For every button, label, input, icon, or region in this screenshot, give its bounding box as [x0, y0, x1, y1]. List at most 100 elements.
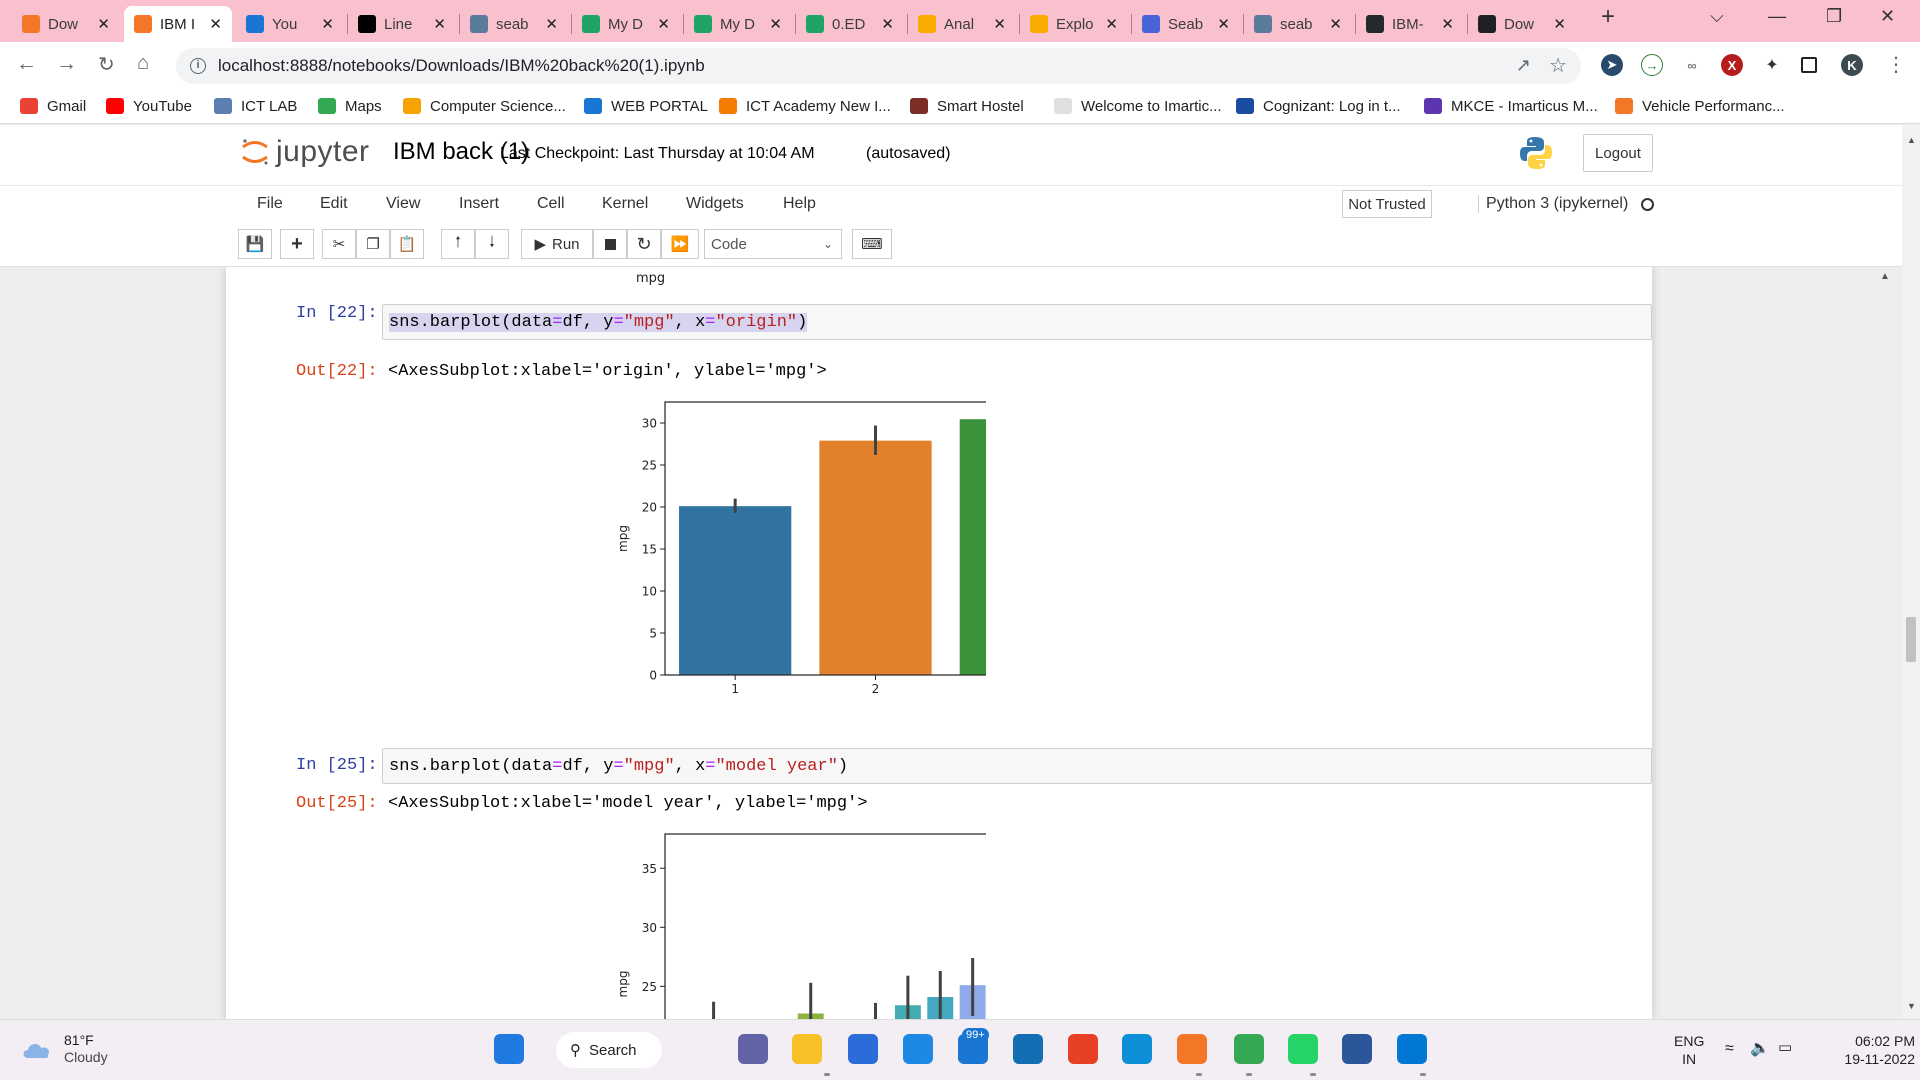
store-icon[interactable]: [848, 1034, 878, 1064]
prime-video-icon[interactable]: [1013, 1034, 1043, 1064]
reload-icon[interactable]: ↻: [98, 52, 115, 77]
insert-cell-button[interactable]: +: [280, 229, 314, 259]
whatsapp-icon[interactable]: [1288, 1034, 1318, 1064]
bookmark-item[interactable]: Maps: [318, 94, 382, 118]
run-button[interactable]: ▶ Run: [521, 229, 593, 259]
bookmark-item[interactable]: Smart Hostel: [910, 94, 1024, 118]
bookmark-item[interactable]: Welcome to Imartic...: [1054, 94, 1222, 118]
address-bar[interactable]: i localhost:8888/notebooks/Downloads/IBM…: [176, 48, 1581, 84]
close-window-icon[interactable]: ✕: [1880, 6, 1895, 27]
restart-button[interactable]: ↻: [627, 229, 661, 259]
close-tab-icon[interactable]: ✕: [1329, 15, 1342, 33]
notebook-scroll-area[interactable]: mpg In [22]: sns.barplot(data=df, y="mpg…: [0, 267, 1902, 1019]
bookmark-item[interactable]: Cognizant: Log in t...: [1236, 94, 1401, 118]
copy-button[interactable]: ❐: [356, 229, 390, 259]
forward-icon[interactable]: →: [56, 52, 77, 76]
menu-kernel[interactable]: Kernel: [602, 195, 648, 213]
bookmark-item[interactable]: YouTube: [106, 94, 192, 118]
code-cell-editor[interactable]: sns.barplot(data=df, y="mpg", x="origin"…: [382, 304, 1652, 340]
menu-help[interactable]: Help: [783, 195, 816, 213]
browser-tab[interactable]: 0.ED ✕: [796, 6, 904, 42]
new-tab-button[interactable]: +: [1601, 3, 1615, 31]
save-button[interactable]: 💾: [238, 229, 272, 259]
close-tab-icon[interactable]: ✕: [433, 15, 446, 33]
close-tab-icon[interactable]: ✕: [769, 15, 782, 33]
bookmark-star-icon[interactable]: ☆: [1549, 53, 1567, 78]
browser-tab[interactable]: seab ✕: [1244, 6, 1352, 42]
browser-tab[interactable]: My D ✕: [572, 6, 680, 42]
word-icon[interactable]: [1342, 1034, 1372, 1064]
logout-button[interactable]: Logout: [1583, 134, 1653, 172]
close-tab-icon[interactable]: ✕: [1553, 15, 1566, 33]
close-tab-icon[interactable]: ✕: [209, 15, 222, 33]
menu-cell[interactable]: Cell: [537, 195, 565, 213]
scroll-up-icon[interactable]: ▲: [1907, 135, 1916, 145]
browser-tab[interactable]: Line ✕: [348, 6, 456, 42]
restart-run-all-button[interactable]: ⏩: [661, 229, 699, 259]
tab-search-icon[interactable]: ⌵: [1710, 6, 1724, 27]
close-tab-icon[interactable]: ✕: [1441, 15, 1454, 33]
extension-cycle-icon[interactable]: ∞: [1681, 54, 1703, 76]
start-icon[interactable]: [494, 1034, 524, 1064]
close-tab-icon[interactable]: ✕: [545, 15, 558, 33]
kernel-name[interactable]: Python 3 (ipykernel): [1478, 195, 1628, 213]
side-panel-icon[interactable]: [1801, 57, 1817, 73]
extension-cursor-icon[interactable]: ➤: [1601, 54, 1623, 76]
extension-x-icon[interactable]: X: [1721, 54, 1743, 76]
command-palette-button[interactable]: ⌨: [852, 229, 892, 259]
paste-button[interactable]: 📋: [390, 229, 424, 259]
bookmark-item[interactable]: Computer Science...: [403, 94, 566, 118]
move-up-button[interactable]: 🠑: [441, 229, 475, 259]
clock[interactable]: 06:02 PM 19-11-2022: [1820, 1032, 1915, 1068]
l-app-icon[interactable]: [903, 1034, 933, 1064]
battery-icon[interactable]: ▭: [1778, 1038, 1792, 1056]
taskbar-search[interactable]: ⚲ Search: [556, 1032, 662, 1068]
inner-scroll-up-icon[interactable]: ▲: [1880, 271, 1890, 282]
restore-icon[interactable]: ❐: [1826, 6, 1842, 27]
input-language[interactable]: ENG IN: [1674, 1032, 1704, 1068]
menu-file[interactable]: File: [257, 195, 283, 213]
browser-tab[interactable]: Seab ✕: [1132, 6, 1240, 42]
browser-tab[interactable]: Dow ✕: [12, 6, 120, 42]
browser-tab[interactable]: Explo ✕: [1020, 6, 1128, 42]
home-icon[interactable]: ⌂: [137, 52, 149, 75]
back-icon[interactable]: ←: [16, 52, 37, 76]
share-icon[interactable]: ↗: [1516, 55, 1531, 76]
move-down-button[interactable]: 🠓: [475, 229, 509, 259]
close-tab-icon[interactable]: ✕: [881, 15, 894, 33]
edge-icon[interactable]: [1122, 1034, 1152, 1064]
photos-icon[interactable]: [1397, 1034, 1427, 1064]
bookmark-item[interactable]: Gmail: [20, 94, 86, 118]
browser-tab[interactable]: My D ✕: [684, 6, 792, 42]
browser-tab[interactable]: Anal ✕: [908, 6, 1016, 42]
page-scrollbar[interactable]: ▲ ▼: [1902, 125, 1920, 1019]
close-tab-icon[interactable]: ✕: [1217, 15, 1230, 33]
close-tab-icon[interactable]: ✕: [657, 15, 670, 33]
bookmark-item[interactable]: ICT Academy New I...: [719, 94, 891, 118]
cell-type-select[interactable]: Code ⌄: [704, 229, 842, 259]
browser-tab[interactable]: seab ✕: [460, 6, 568, 42]
extensions-puzzle-icon[interactable]: ✦: [1761, 54, 1783, 76]
interrupt-button[interactable]: [593, 229, 627, 259]
jupyter-logo[interactable]: jupyter: [240, 135, 370, 169]
bookmark-item[interactable]: Vehicle Performanc...: [1615, 94, 1785, 118]
wifi-icon[interactable]: ≈: [1725, 1040, 1734, 1058]
weather-widget[interactable]: 81°F Cloudy: [20, 1032, 108, 1066]
trust-status-button[interactable]: Not Trusted: [1342, 190, 1432, 218]
chrome-menu-icon[interactable]: ⋮: [1886, 52, 1906, 77]
menu-insert[interactable]: Insert: [459, 195, 499, 213]
menu-widgets[interactable]: Widgets: [686, 195, 744, 213]
scroll-down-icon[interactable]: ▼: [1907, 1001, 1916, 1011]
site-info-icon[interactable]: i: [190, 58, 206, 74]
bookmark-item[interactable]: ICT LAB: [214, 94, 297, 118]
file-explorer-icon[interactable]: [792, 1034, 822, 1064]
close-tab-icon[interactable]: ✕: [993, 15, 1006, 33]
jupyter-app-icon[interactable]: [1177, 1034, 1207, 1064]
browser-tab[interactable]: You ✕: [236, 6, 344, 42]
chrome-icon[interactable]: [1234, 1034, 1264, 1064]
close-tab-icon[interactable]: ✕: [97, 15, 110, 33]
minimize-icon[interactable]: —: [1768, 6, 1786, 27]
profile-avatar[interactable]: K: [1841, 54, 1863, 76]
office-icon[interactable]: [1068, 1034, 1098, 1064]
browser-tab[interactable]: IBM- ✕: [1356, 6, 1464, 42]
